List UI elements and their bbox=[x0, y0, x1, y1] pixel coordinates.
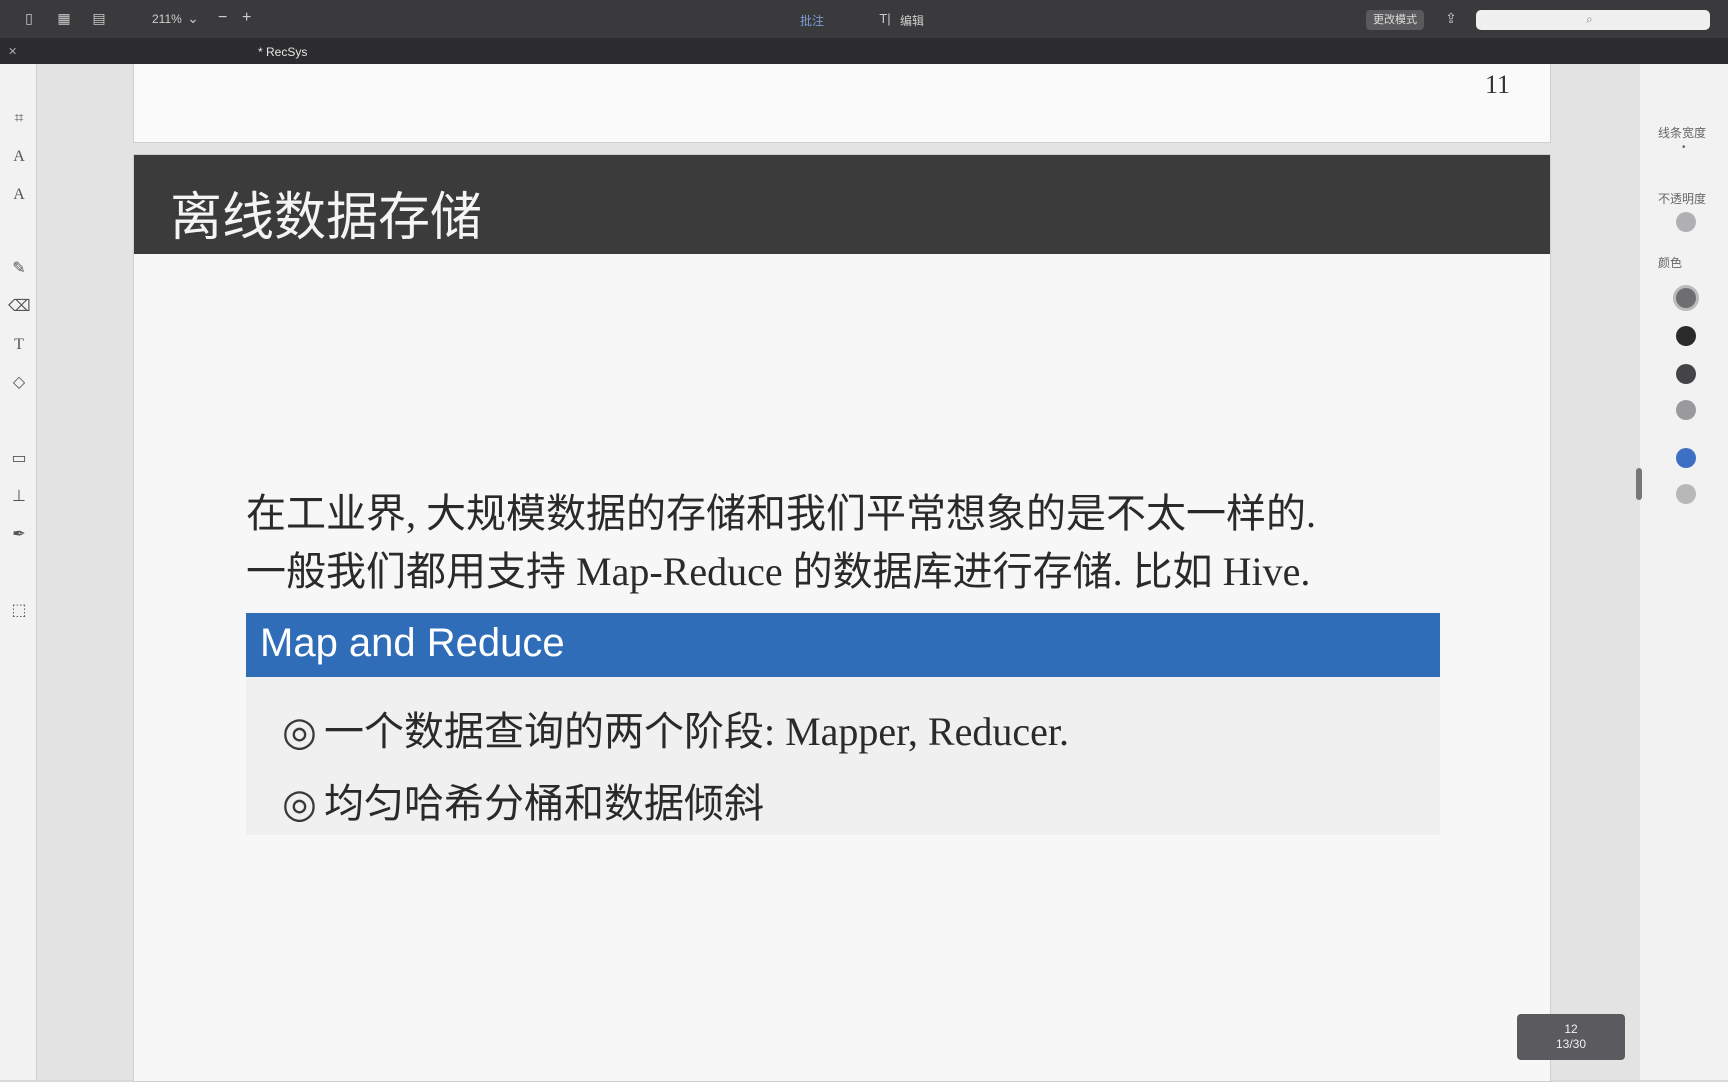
stamp-icon[interactable]: ⊥ bbox=[8, 486, 30, 508]
page-position: 13/30 bbox=[1555, 1037, 1587, 1051]
color-swatch-gray[interactable] bbox=[1676, 288, 1696, 308]
paragraph-line-2: 一般我们都用支持 Map-Reduce 的数据库进行存储. 比如 Hive. bbox=[246, 549, 1311, 594]
text-tool-icon[interactable]: T bbox=[8, 334, 30, 356]
block-header: Map and Reduce bbox=[246, 613, 1440, 677]
close-tab-icon[interactable]: ✕ bbox=[8, 45, 17, 58]
share-icon[interactable]: ⇪ bbox=[1442, 10, 1460, 26]
grid-view-icon[interactable]: ▦ bbox=[55, 10, 73, 26]
current-page: 离线数据存储 在工业界, 大规模数据的存储和我们平常想象的是不太一样的. 一般我… bbox=[133, 154, 1551, 1082]
zoom-out-button[interactable]: − bbox=[218, 9, 227, 27]
text-recognize-icon[interactable]: ⌗ bbox=[8, 108, 30, 130]
paragraph-line-1: 在工业界, 大规模数据的存储和我们平常想象的是不太一样的. bbox=[246, 491, 1316, 536]
page-view-icon[interactable]: ▤ bbox=[90, 10, 108, 26]
signature-icon[interactable]: ✒ bbox=[8, 524, 30, 546]
previous-page: 11 bbox=[133, 64, 1551, 143]
color-swatch-silver[interactable] bbox=[1676, 484, 1696, 504]
title-bar: ▯ ▦ ▤ 211% ⌄ − + 批注 T| 编辑 更改模式 ⇪ ⌕ bbox=[0, 0, 1728, 38]
mode-button[interactable]: 更改模式 bbox=[1366, 10, 1424, 30]
line-width-label: 线条宽度 bbox=[1658, 126, 1707, 140]
slide-title: 离线数据存储 bbox=[170, 188, 483, 248]
page-number: 11 bbox=[1484, 70, 1510, 99]
list-item: ◎ 一个数据查询的两个阶段: Mapper, Reducer. bbox=[282, 699, 1069, 757]
slide-title-bar: 离线数据存储 bbox=[134, 155, 1550, 254]
zoom-level[interactable]: 211% bbox=[152, 12, 182, 26]
block-body: ◎ 一个数据查询的两个阶段: Mapper, Reducer. ◎ 均匀哈希分桶和数… bbox=[246, 677, 1440, 835]
color-label: 颜色 bbox=[1658, 256, 1683, 270]
bullet-icon: ◎ bbox=[282, 781, 317, 826]
bullet-text: 均匀哈希分桶和数据倾斜 bbox=[324, 781, 764, 826]
highlight-text-icon[interactable]: A bbox=[8, 146, 30, 168]
comment-icon[interactable]: ▭ bbox=[8, 448, 30, 470]
block-title: Map and Reduce bbox=[260, 621, 565, 665]
edit-button[interactable]: 编辑 bbox=[900, 12, 924, 29]
color-swatch-dark[interactable] bbox=[1676, 364, 1696, 384]
zoom-in-button[interactable]: + bbox=[242, 9, 251, 27]
pen-icon[interactable]: ✎ bbox=[8, 258, 30, 280]
line-width-dot[interactable]: • bbox=[1682, 142, 1686, 153]
current-page-label: 12 bbox=[1564, 1022, 1578, 1036]
opacity-swatch[interactable] bbox=[1676, 212, 1696, 232]
color-swatch-blue[interactable] bbox=[1676, 448, 1696, 468]
bullet-text: 一个数据查询的两个阶段: Mapper, Reducer. bbox=[324, 709, 1069, 754]
page-counter: 12 13/30 bbox=[1517, 1014, 1625, 1060]
scrollbar-thumb[interactable] bbox=[1636, 468, 1642, 500]
opacity-label: 不透明度 bbox=[1658, 192, 1707, 206]
color-swatch-light[interactable] bbox=[1676, 400, 1696, 420]
sidebar-toggle-icon[interactable]: ▯ bbox=[20, 10, 38, 26]
eraser-icon[interactable]: ⌫ bbox=[8, 296, 31, 318]
search-input[interactable]: ⌕ bbox=[1476, 10, 1710, 30]
shape-icon[interactable]: ◇ bbox=[8, 372, 30, 394]
underline-text-icon[interactable]: A bbox=[8, 184, 30, 206]
left-toolbar: ⌗ A A ✎ ⌫ T ◇ ▭ ⊥ ✒ ⬚ bbox=[0, 64, 37, 1080]
list-item: ◎ 均匀哈希分桶和数据倾斜 bbox=[282, 771, 764, 829]
chevron-down-icon[interactable]: ⌄ bbox=[184, 10, 202, 26]
text-edit-icon[interactable]: T| bbox=[876, 11, 894, 27]
search-icon: ⌕ bbox=[1586, 12, 1593, 26]
color-swatch-black[interactable] bbox=[1676, 326, 1696, 346]
annotate-button[interactable]: 批注 bbox=[800, 12, 824, 29]
bullet-icon: ◎ bbox=[282, 709, 317, 754]
selection-icon[interactable]: ⬚ bbox=[8, 600, 30, 622]
tab-recsys[interactable]: * RecSys bbox=[258, 45, 307, 59]
